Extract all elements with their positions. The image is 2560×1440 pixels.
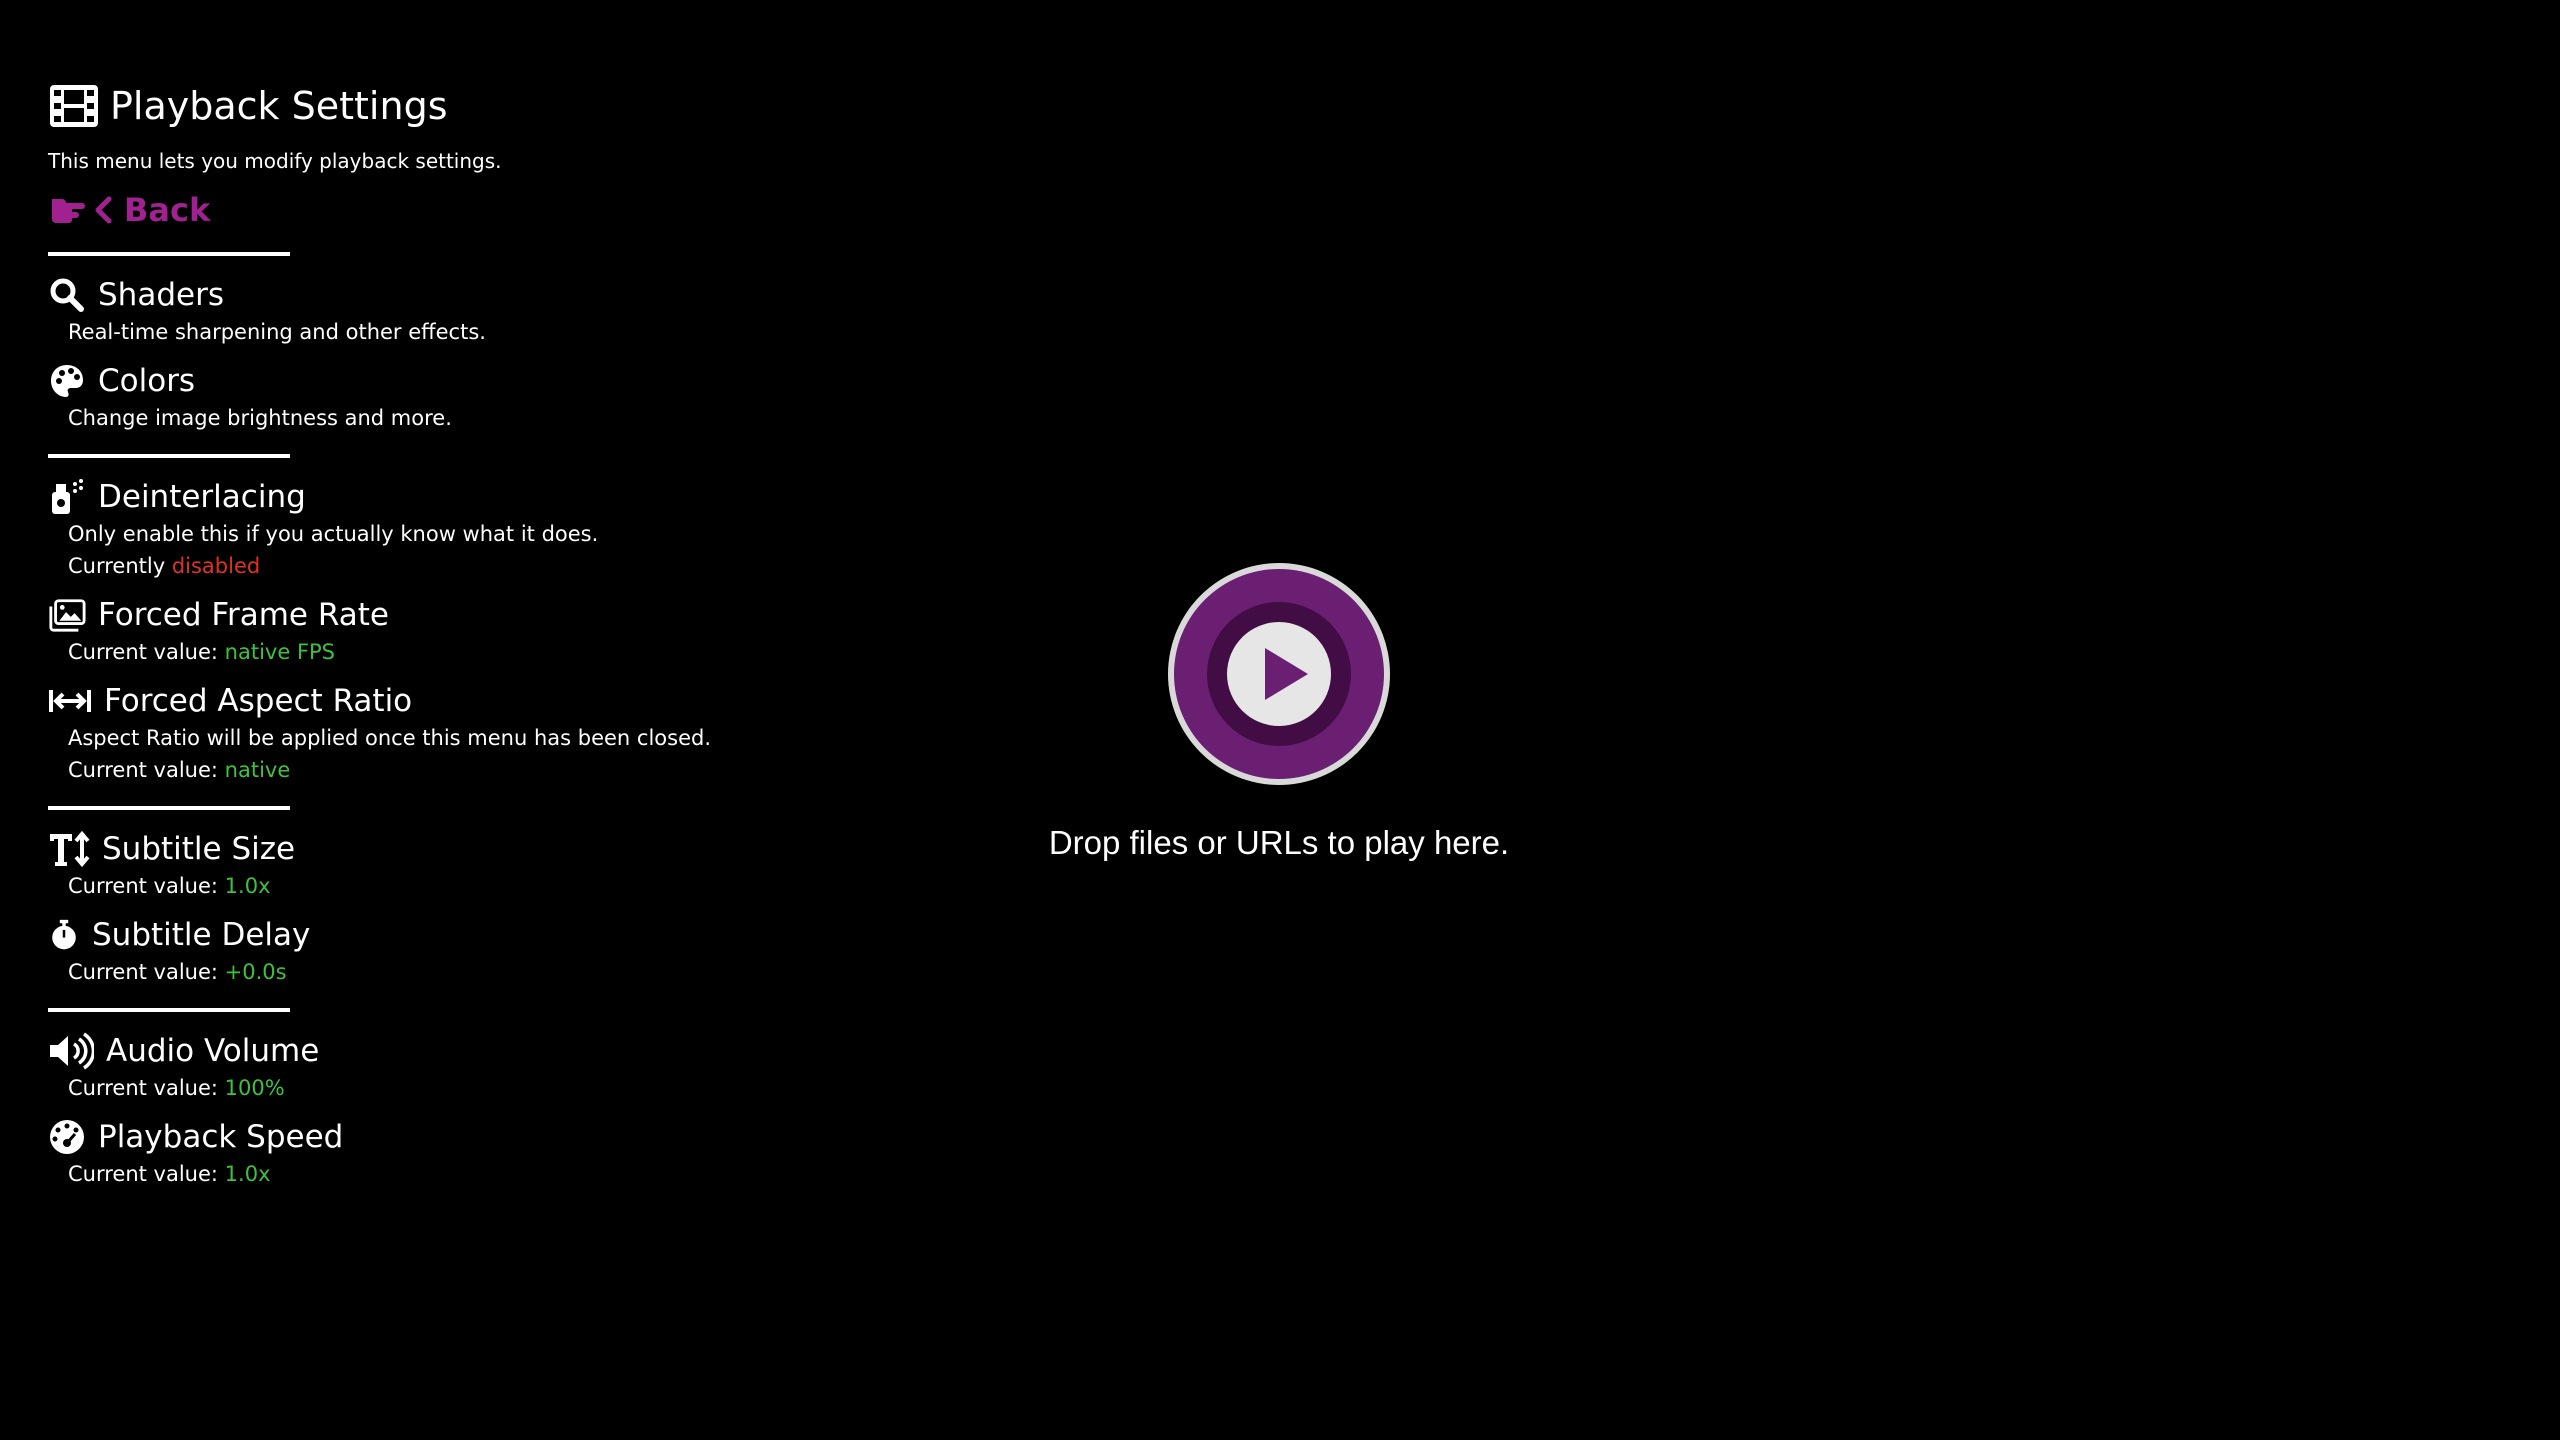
menu-item-description: Real-time sharpening and other effects. [68,320,486,344]
status-prefix: Currently [68,554,172,578]
menu-item-status: Currently disabled [48,550,808,582]
menu-description: This menu lets you modify playback setti… [48,149,502,173]
chevron-left-icon [95,196,112,224]
menu-item-forced-aspect-ratio[interactable]: Forced Aspect Ratio Aspect Ratio will be… [48,680,808,786]
text-height-icon [50,830,90,868]
separator [48,454,290,458]
menu-item-label: Audio Volume [106,1033,320,1069]
hand-pointing-left-icon [52,199,85,223]
status-value: disabled [171,554,261,578]
current-value: native FPS [224,640,336,664]
menu-item-description: Change image brightness and more. [68,406,452,430]
menu-item-label: Forced Aspect Ratio [104,683,413,719]
separator [48,252,290,256]
menu-item-description: Aspect Ratio will be applied once this m… [68,726,712,750]
menu-item-label: Colors [98,363,196,399]
current-value: 1.0x [224,1162,271,1186]
film-icon [50,85,98,127]
value-prefix: Current value: [68,758,225,782]
current-value: +0.0s [224,960,287,984]
menu-item-label: Deinterlacing [98,479,306,515]
menu-item-value-line: Current value: 1.0x [48,870,808,902]
value-prefix: Current value: [68,960,225,984]
menu-title: Playback Settings [48,74,808,138]
menu-item-label: Playback Speed [98,1119,344,1155]
menu-item-value-line: Current value: native FPS [48,636,808,668]
current-value: native [224,758,291,782]
drop-zone[interactable]: Drop files or URLs to play here. [1048,560,1510,862]
separator [48,1008,290,1012]
value-prefix: Current value: [68,874,225,898]
value-prefix: Current value: [68,1076,225,1100]
stopwatch-icon [52,919,76,950]
magnifier-icon [50,278,84,312]
menu-item-value-line: Current value: native [48,754,808,786]
play-logo-icon [1168,563,1390,785]
menu-item-deinterlacing[interactable]: Deinterlacing Only enable this if you ac… [48,476,808,582]
drop-files-text: Drop files or URLs to play here. [1048,824,1510,861]
palette-icon [51,365,83,397]
speedometer-icon [50,1120,84,1154]
menu-item-colors[interactable]: Colors Change image brightness and more. [48,360,808,434]
menu-item-forced-frame-rate[interactable]: Forced Frame Rate Current value: native … [48,594,808,668]
value-prefix: Current value: [68,640,225,664]
menu-item-label: Subtitle Delay [92,917,311,953]
menu-item-label: Forced Frame Rate [98,597,389,633]
current-value: 1.0x [224,874,271,898]
menu-item-label: Subtitle Size [102,831,296,867]
volume-icon [50,1032,94,1070]
menu-item-label: Shaders [98,277,224,313]
menu-item-subtitle-delay[interactable]: Subtitle Delay Current value: +0.0s [48,914,808,988]
arrows-horizontal-icon [49,690,91,712]
back-label: Back [124,191,211,229]
menu-item-value-line: Current value: 1.0x [48,1158,808,1190]
menu-item-value-line: Current value: +0.0s [48,956,808,988]
playback-settings-menu: Playback Settings This menu lets you mod… [48,74,808,1202]
value-prefix: Current value: [68,1162,225,1186]
menu-item-value-line: Current value: 100% [48,1072,808,1104]
menu-title-text: Playback Settings [110,84,448,128]
back-button[interactable]: Back [48,188,808,232]
images-icon [49,599,86,632]
menu-item-shaders[interactable]: Shaders Real-time sharpening and other e… [48,274,808,348]
menu-item-audio-volume[interactable]: Audio Volume Current value: 100% [48,1030,808,1104]
spray-bottle-icon [52,479,83,514]
menu-item-subtitle-size[interactable]: Subtitle Size Current value: 1.0x [48,828,808,902]
current-value: 100% [224,1076,285,1100]
separator [48,806,290,810]
menu-item-description: Only enable this if you actually know wh… [68,522,599,546]
menu-item-playback-speed[interactable]: Playback Speed Current value: 1.0x [48,1116,808,1190]
